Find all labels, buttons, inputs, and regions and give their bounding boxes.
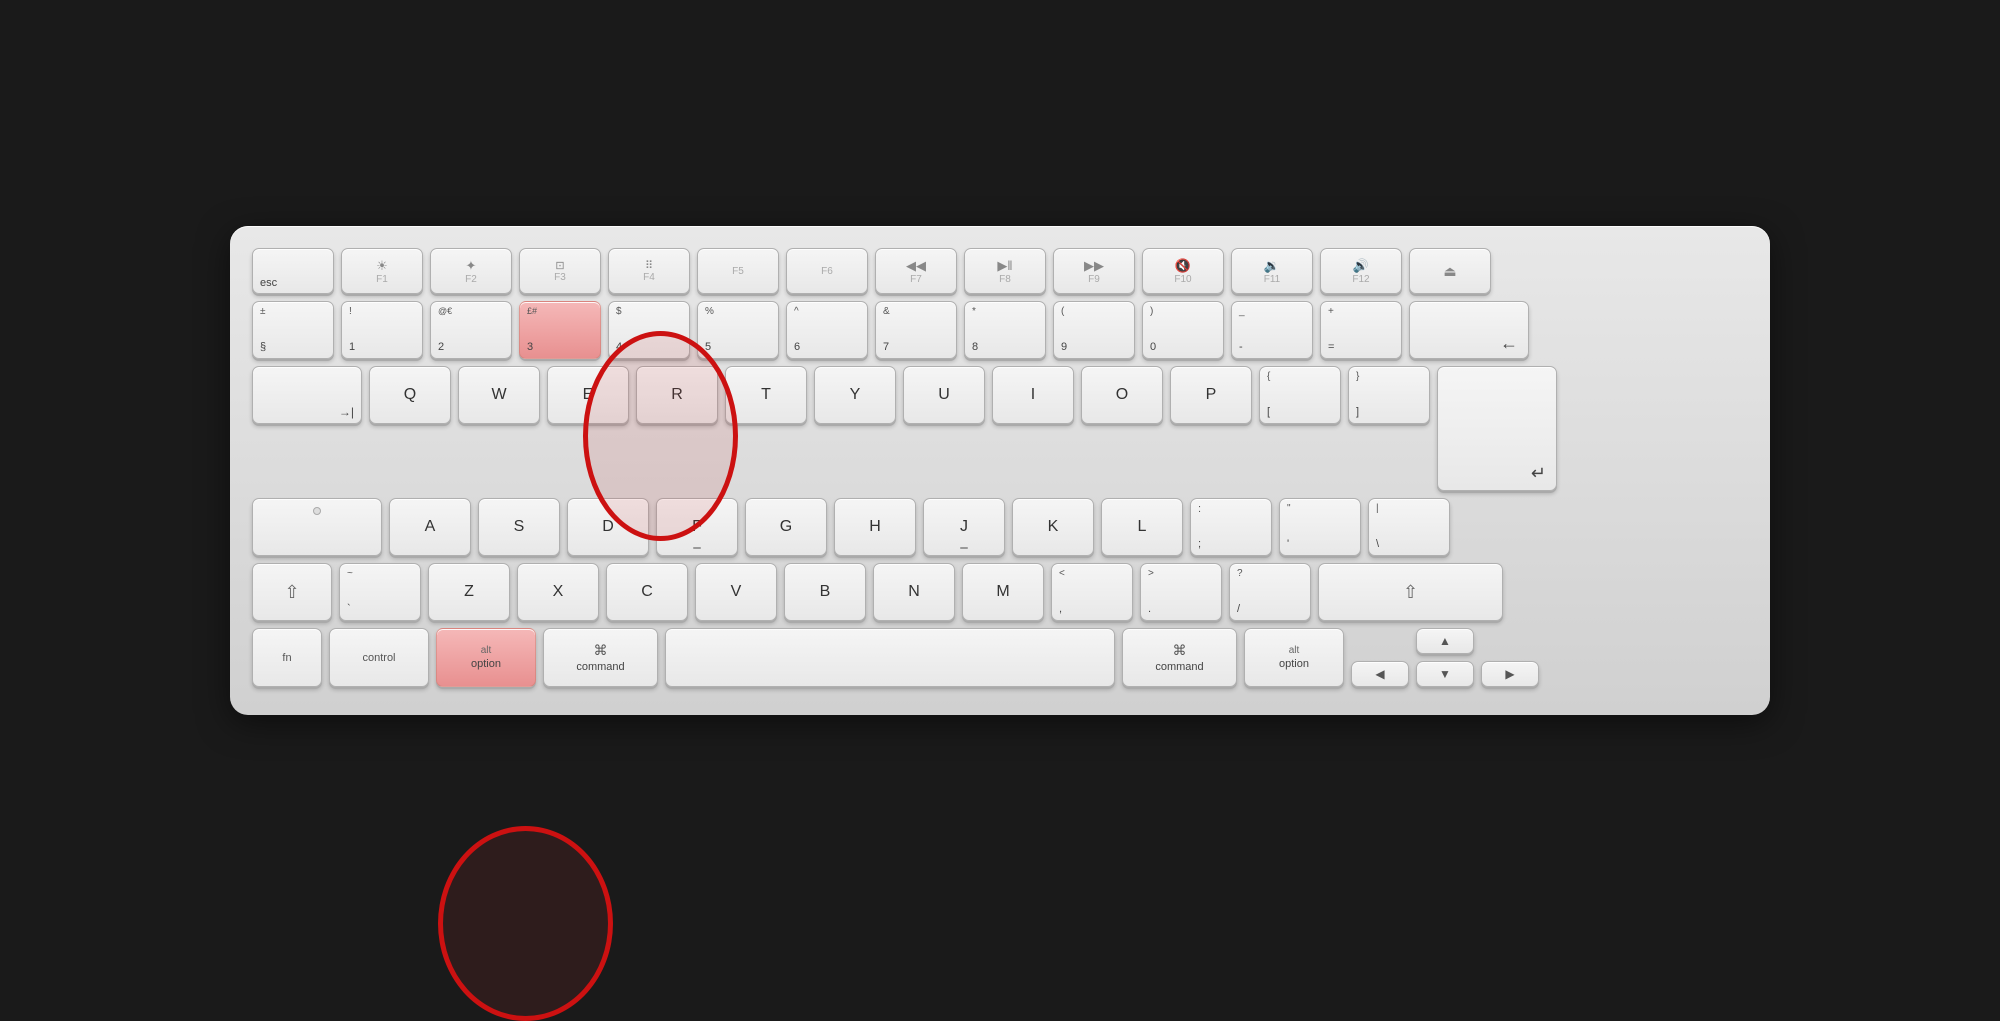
key-period[interactable]: > . xyxy=(1140,563,1222,621)
key-8[interactable]: * 8 xyxy=(964,301,1046,359)
key-f8[interactable]: ▶‖ F8 xyxy=(964,248,1046,294)
key-p[interactable]: P xyxy=(1170,366,1252,424)
number-row: ± § ! 1 @€ 2 £# 3 $ 4 % 5 xyxy=(252,301,1748,359)
key-1[interactable]: ! 1 xyxy=(341,301,423,359)
key-e[interactable]: E xyxy=(547,366,629,424)
key-esc[interactable]: esc xyxy=(252,248,334,294)
key-f9[interactable]: ▶▶ F9 xyxy=(1053,248,1135,294)
key-shift-left[interactable]: ⇧ xyxy=(252,563,332,621)
arrow-keys-top: ▲ xyxy=(1351,628,1539,654)
key-backspace[interactable]: ← xyxy=(1409,301,1529,359)
key-7[interactable]: & 7 xyxy=(875,301,957,359)
key-control[interactable]: control xyxy=(329,628,429,687)
key-option-left-alt-label: alt xyxy=(481,645,492,656)
key-semicolon[interactable]: : ; xyxy=(1190,498,1272,556)
key-arrow-left[interactable]: ◀ xyxy=(1351,661,1409,687)
key-m[interactable]: M xyxy=(962,563,1044,621)
key-f5[interactable]: F5 xyxy=(697,248,779,294)
key-f3[interactable]: ⊡ F3 xyxy=(519,248,601,294)
key-i[interactable]: I xyxy=(992,366,1074,424)
key-minus[interactable]: _ - xyxy=(1231,301,1313,359)
key-l[interactable]: L xyxy=(1101,498,1183,556)
key-c[interactable]: C xyxy=(606,563,688,621)
key-arrow-down[interactable]: ▼ xyxy=(1416,661,1474,687)
bottom-row: fn control alt option ⌘ command ⌘ comman… xyxy=(252,628,1748,687)
key-option-left[interactable]: alt option xyxy=(436,628,536,687)
key-rbracket[interactable]: } ] xyxy=(1348,366,1430,424)
key-f[interactable]: F xyxy=(656,498,738,556)
key-z[interactable]: Z xyxy=(428,563,510,621)
key-0[interactable]: ) 0 xyxy=(1142,301,1224,359)
key-w[interactable]: W xyxy=(458,366,540,424)
key-x[interactable]: X xyxy=(517,563,599,621)
circle-annotation-bottom xyxy=(438,826,613,1021)
key-u[interactable]: U xyxy=(903,366,985,424)
key-command-left[interactable]: ⌘ command xyxy=(543,628,658,687)
key-v[interactable]: V xyxy=(695,563,777,621)
key-6[interactable]: ^ 6 xyxy=(786,301,868,359)
key-2[interactable]: @€ 2 xyxy=(430,301,512,359)
key-f12[interactable]: 🔊 F12 xyxy=(1320,248,1402,294)
key-fn[interactable]: fn xyxy=(252,628,322,687)
key-s[interactable]: S xyxy=(478,498,560,556)
key-5[interactable]: % 5 xyxy=(697,301,779,359)
key-space[interactable] xyxy=(665,628,1115,687)
key-tab[interactable]: →| xyxy=(252,366,362,424)
key-3[interactable]: £# 3 xyxy=(519,301,601,359)
arrow-keys: ▲ ◀ ▼ ▶ xyxy=(1351,628,1539,687)
zxcv-row: ⇧ ~ ` Z X C V B N xyxy=(252,563,1748,621)
key-g[interactable]: G xyxy=(745,498,827,556)
key-o[interactable]: O xyxy=(1081,366,1163,424)
key-option-left-label: option xyxy=(471,658,501,670)
key-b[interactable]: B xyxy=(784,563,866,621)
keyboard-wrapper: esc ☀ F1 ✦ F2 ⊡ F3 ⠿ F4 xyxy=(230,226,1770,715)
key-f1[interactable]: ☀ F1 xyxy=(341,248,423,294)
key-return[interactable]: ↵ xyxy=(1437,366,1557,491)
arrow-keys-bottom: ◀ ▼ ▶ xyxy=(1351,661,1539,687)
key-h[interactable]: H xyxy=(834,498,916,556)
key-9[interactable]: ( 9 xyxy=(1053,301,1135,359)
key-command-right[interactable]: ⌘ command xyxy=(1122,628,1237,687)
key-comma[interactable]: < , xyxy=(1051,563,1133,621)
qwerty-row: →| Q W E R T Y U xyxy=(252,366,1748,491)
key-q[interactable]: Q xyxy=(369,366,451,424)
key-f7[interactable]: ◀◀ F7 xyxy=(875,248,957,294)
key-tilde[interactable]: ~ ` xyxy=(339,563,421,621)
key-caps[interactable] xyxy=(252,498,382,556)
key-f2[interactable]: ✦ F2 xyxy=(430,248,512,294)
asdf-row: A S D F G H J K xyxy=(252,498,1748,556)
key-t[interactable]: T xyxy=(725,366,807,424)
key-backslash[interactable]: | \ xyxy=(1368,498,1450,556)
key-shift-right[interactable]: ⇧ xyxy=(1318,563,1503,621)
key-arrow-right[interactable]: ▶ xyxy=(1481,661,1539,687)
key-n[interactable]: N xyxy=(873,563,955,621)
key-option-right[interactable]: alt option xyxy=(1244,628,1344,687)
key-eject[interactable]: ⏏ xyxy=(1409,248,1491,294)
key-y[interactable]: Y xyxy=(814,366,896,424)
fn-row: esc ☀ F1 ✦ F2 ⊡ F3 ⠿ F4 xyxy=(252,248,1748,294)
key-d[interactable]: D xyxy=(567,498,649,556)
key-k[interactable]: K xyxy=(1012,498,1094,556)
key-quote[interactable]: " ' xyxy=(1279,498,1361,556)
key-a[interactable]: A xyxy=(389,498,471,556)
key-equals[interactable]: + = xyxy=(1320,301,1402,359)
keyboard: esc ☀ F1 ✦ F2 ⊡ F3 ⠿ F4 xyxy=(252,248,1748,687)
key-backtick[interactable]: ± § xyxy=(252,301,334,359)
key-4[interactable]: $ 4 xyxy=(608,301,690,359)
key-slash[interactable]: ? / xyxy=(1229,563,1311,621)
key-f4[interactable]: ⠿ F4 xyxy=(608,248,690,294)
key-f6[interactable]: F6 xyxy=(786,248,868,294)
key-f11[interactable]: 🔉 F11 xyxy=(1231,248,1313,294)
key-lbracket[interactable]: { [ xyxy=(1259,366,1341,424)
key-f10[interactable]: 🔇 F10 xyxy=(1142,248,1224,294)
key-j[interactable]: J xyxy=(923,498,1005,556)
key-arrow-up[interactable]: ▲ xyxy=(1416,628,1474,654)
key-r[interactable]: R xyxy=(636,366,718,424)
